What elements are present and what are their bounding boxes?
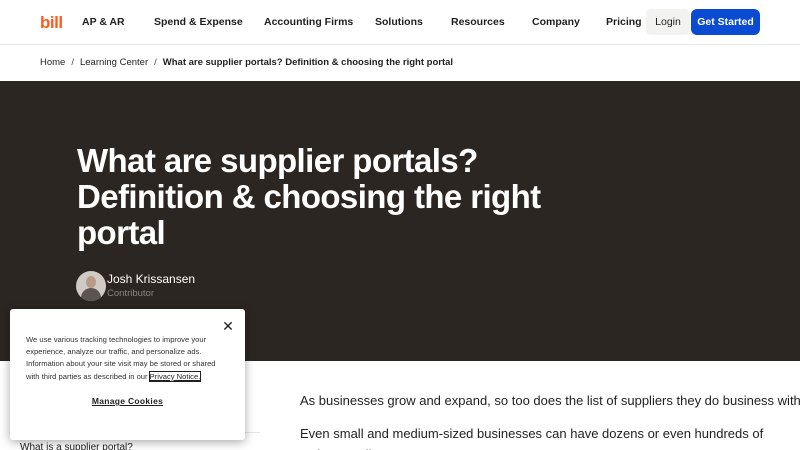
author-name[interactable]: Josh Krissansen [107, 272, 195, 286]
breadcrumb-learning-center[interactable]: Learning Center [80, 57, 148, 68]
manage-cookies-button[interactable]: Manage Cookies [10, 396, 245, 406]
article-paragraph: As businesses grow and expand, so too do… [300, 393, 800, 408]
breadcrumb-separator: / [71, 57, 74, 68]
nav-pricing[interactable]: Pricing [606, 16, 642, 28]
privacy-notice-link[interactable]: Privacy Notice. [148, 370, 202, 382]
breadcrumb-current: What are supplier portals? Definition & … [162, 57, 454, 68]
close-icon[interactable]: ✕ [220, 318, 236, 334]
nav-accounting-firms[interactable]: Accounting Firms [264, 16, 353, 28]
top-navigation: bill AP & AR Spend & Expense Accounting … [0, 0, 800, 45]
breadcrumb-home[interactable]: Home [40, 57, 65, 68]
bill-logo[interactable]: bill [40, 13, 63, 33]
avatar-head-shape [86, 276, 96, 288]
nav-resources[interactable]: Resources [451, 16, 505, 28]
nav-solutions[interactable]: Solutions [375, 16, 423, 28]
cookie-banner: ✕ We use various tracking technologies t… [10, 309, 245, 440]
breadcrumb-separator: / [154, 57, 157, 68]
author-avatar[interactable] [76, 271, 106, 301]
nav-company[interactable]: Company [532, 16, 580, 28]
nav-spend-expense[interactable]: Spend & Expense [154, 16, 243, 28]
cookie-message: We use various tracking technologies to … [26, 334, 231, 383]
toc-item[interactable]: What is a supplier portal? [20, 442, 133, 450]
get-started-button[interactable]: Get Started [691, 9, 760, 35]
article-paragraph: Even small and medium-sized businesses c… [300, 426, 764, 450]
author-role: Contributor [107, 288, 154, 299]
nav-ap-ar[interactable]: AP & AR [82, 16, 125, 28]
login-button[interactable]: Login [646, 9, 690, 35]
avatar-body-shape [81, 288, 101, 301]
breadcrumb: Home / Learning Center / What are suppli… [40, 57, 453, 68]
page-title: What are supplier portals? Definition & … [77, 142, 541, 251]
